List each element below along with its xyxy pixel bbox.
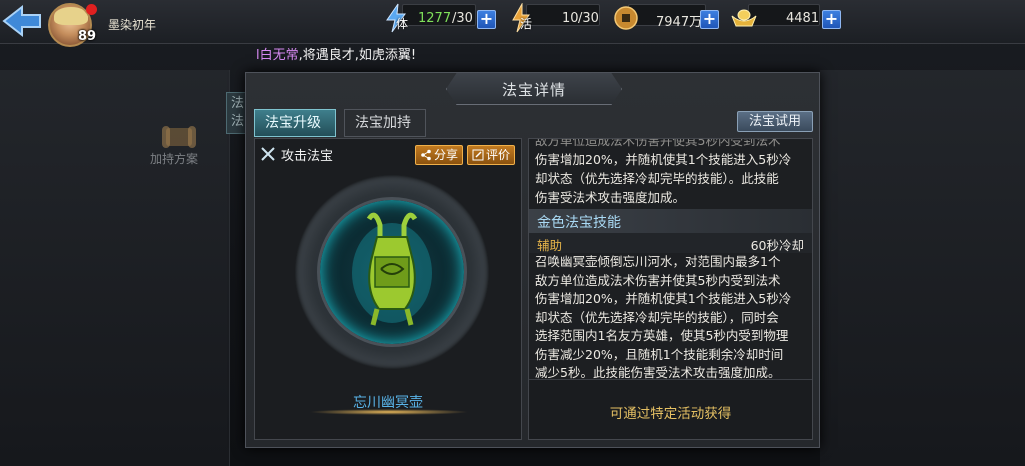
add-stamina-button[interactable]: + [477,10,496,29]
back-arrow-icon[interactable] [0,2,44,40]
treasure-trial-button[interactable]: 法宝试用 [737,111,813,132]
stamina-max: /30 [452,11,473,26]
tab-treasure-boost[interactable]: 法宝加持 [344,109,426,137]
acquisition-source-box: 可通过特定活动获得 [529,379,812,439]
player-name: 墨染初年 [108,18,157,32]
vigor-label: 活 [520,17,533,31]
share-label: 分享 [434,148,459,162]
desc-line: 选择范围内1名友方英雄，使其5秒内受到物理 [535,328,789,343]
vigor-max: /30 [578,11,599,26]
nether-pot-treasure-icon[interactable] [347,211,437,331]
desc-line: 伤害受法术攻击强度加成。 [535,190,686,205]
background-scroll-label: 加持方案 [150,152,199,166]
acquisition-source-text: 可通过特定活动获得 [609,406,732,422]
treasure-name-glow [309,409,469,415]
copper-coin-icon [614,6,638,30]
desc-line: 伤害减少20%，且随机1个技能剩余冷却时间 [535,346,784,362]
add-ingots-button[interactable]: + [822,10,841,29]
desc-line: 敌方单位造成法术伤害并使其5秒内受到法术 [535,138,781,148]
desc-line: 召唤幽冥壶倾倒忘川河水，对范围内最多1个 [535,254,781,269]
gold-ingot-icon [731,9,757,27]
scroll-icon [162,126,196,148]
player-level: 89 [78,29,97,44]
marquee-text: ,将遇良才,如虎添翼! [298,48,417,63]
treasure-category: 攻击法宝 [281,149,334,164]
background-right-panel [820,70,1025,466]
coins-value: 7947万 [656,15,703,30]
desc-line: 却状态（优先选择冷却完毕的技能）。此技能 [535,171,779,186]
skill-type: 辅助 [537,238,563,253]
stamina-label: 体 [396,17,409,31]
skill-cooldown: 60秒冷却 [750,238,804,253]
ingots-value: 4481 [786,11,820,26]
rate-label: 评价 [486,148,511,162]
stamina-current: 1277 [418,11,452,26]
rate-button[interactable]: 评价 [467,145,515,165]
dialog-title-plate: 法宝详情 [446,73,622,105]
skill-description: 召唤幽冥壶倾倒忘川河水，对范围内最多1个 敌方单位造成法术伤害并使其5秒内受到法… [535,253,807,383]
treasure-skill-pane[interactable]: 敌方单位造成法术伤害并使其5秒内受到法术 伤害增加20%，并随机使其1个技能进入… [528,138,813,440]
share-button[interactable]: 分享 [415,145,463,165]
share-icon [421,149,431,161]
desc-line: 伤害增加20%，并随机使其1个技能进入5秒冷 [535,152,792,167]
treasure-preview-pane: 攻击法宝 分享 评价 忘川幽冥壶 [254,138,522,440]
skill-description-previous: 敌方单位造成法术伤害并使其5秒内受到法术 伤害增加20%，并随机使其1个技能进入… [535,138,807,207]
skill-meta-row: 辅助 60秒冷却 [529,233,812,253]
skill-header: 金色法宝技能 [529,209,812,233]
desc-line: 敌方单位造成法术伤害并使其5秒内受到法术 [535,272,781,288]
skill-title: 金色法宝技能 [537,215,621,231]
desc-line: 却状态（优先选择冷却完毕的技能），同时会 [535,309,779,325]
avatar-hair [54,7,88,25]
notification-dot [86,4,97,15]
vigor-current: 10 [562,11,579,26]
crossed-swords-icon [261,147,275,161]
desc-line: 伤害增加20%，并随机使其1个技能进入5秒冷 [535,291,792,306]
marquee-highlight: l白无常 [256,48,299,63]
dialog-title: 法宝详情 [501,81,566,99]
announcement-marquee: l白无常,将遇良才,如虎添翼! [256,44,416,63]
add-coins-button[interactable]: + [700,10,719,29]
edit-icon [472,149,484,161]
background-tab-stub: 法法 [226,92,246,134]
top-bar: 89 墨染初年 体 1277 /30 + 活 10 /30 7947万 + 44… [0,0,1025,47]
tab-treasure-upgrade[interactable]: 法宝升级 [254,109,336,137]
treasure-detail-dialog: 法宝详情 法宝升级 法宝加持 法宝试用 攻击法宝 分享 评价 忘川幽冥壶 敌方单… [245,72,820,448]
